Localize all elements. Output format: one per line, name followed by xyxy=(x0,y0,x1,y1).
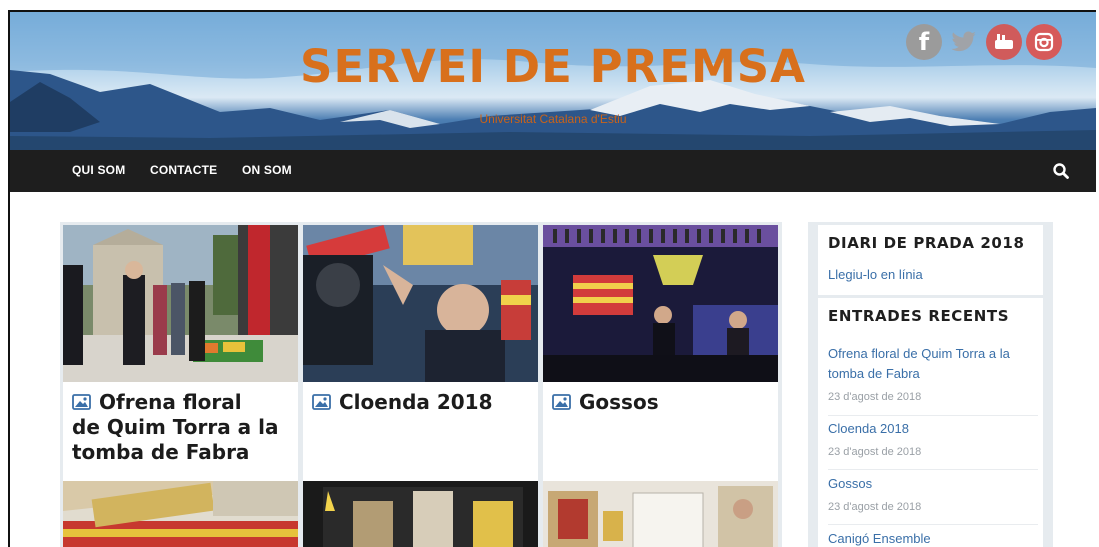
post-title-cloenda[interactable]: Cloenda 2018 xyxy=(312,390,534,415)
nav-item-qui-som[interactable]: QUI SOM xyxy=(72,163,125,177)
divider xyxy=(828,415,1038,416)
widget-diari-de-prada: DIARI DE PRADA 2018 Llegiu-lo en línia xyxy=(818,225,1043,295)
site-tagline: Universitat Catalana d'Estiu xyxy=(479,112,627,126)
post-thumbnail-row2-3[interactable] xyxy=(543,481,778,547)
instagram-icon[interactable] xyxy=(1026,24,1062,60)
browser-viewport: SERVEI DE PREMSA Universitat Catalana d'… xyxy=(8,10,1096,547)
diari-read-online-link[interactable]: Llegiu-lo en línia xyxy=(828,265,1038,285)
recent-post-link[interactable]: Canigó Ensemble xyxy=(828,529,1038,547)
search-icon[interactable] xyxy=(1052,162,1070,180)
divider xyxy=(828,524,1038,525)
post-thumbnail-cloenda[interactable] xyxy=(303,225,538,382)
recent-post-date: 23 d'agost de 2018 xyxy=(828,446,922,458)
facebook-icon[interactable]: f xyxy=(906,24,942,60)
widget-title-entrades: ENTRADES RECENTS xyxy=(828,307,1010,325)
recent-post-link[interactable]: Gossos xyxy=(828,474,1038,494)
recent-post-link[interactable]: Cloenda 2018 xyxy=(828,419,1038,439)
youtube-icon[interactable] xyxy=(986,24,1022,60)
post-thumbnail-gossos[interactable] xyxy=(543,225,778,382)
post-card-cloenda[interactable]: Cloenda 2018 xyxy=(303,382,538,482)
post-thumbnail-row2-1[interactable] xyxy=(63,481,298,547)
nav-item-on-som[interactable]: ON SOM xyxy=(242,163,292,177)
post-title-gossos[interactable]: Gossos xyxy=(552,390,774,415)
post-card-ofrena[interactable]: Ofrena floral de Quim Torra a la tomba d… xyxy=(63,382,298,482)
sidebar: DIARI DE PRADA 2018 Llegiu-lo en línia E… xyxy=(808,222,1053,547)
post-title-ofrena[interactable]: Ofrena floral de Quim Torra a la tomba d… xyxy=(72,390,294,465)
recent-post-link[interactable]: Ofrena floral de Quim Torra a la tomba de… xyxy=(828,344,1038,384)
post-card-gossos[interactable]: Gossos xyxy=(543,382,778,482)
nav-item-contacte[interactable]: CONTACTE xyxy=(150,163,217,177)
widget-entrades-recents: ENTRADES RECENTS Ofrena floral de Quim T… xyxy=(818,298,1043,547)
divider xyxy=(828,469,1038,470)
main-navigation: QUI SOM CONTACTE ON SOM xyxy=(10,150,1096,192)
image-post-icon xyxy=(552,391,571,410)
recent-post-date: 23 d'agost de 2018 xyxy=(828,501,922,513)
twitter-icon[interactable] xyxy=(946,24,982,60)
image-post-icon xyxy=(312,391,331,410)
post-thumbnail-row2-2[interactable] xyxy=(303,481,538,547)
image-post-icon xyxy=(72,391,91,410)
widget-title-diari: DIARI DE PRADA 2018 xyxy=(828,234,1025,252)
site-header: SERVEI DE PREMSA Universitat Catalana d'… xyxy=(10,12,1096,150)
post-thumbnail-ofrena[interactable] xyxy=(63,225,298,382)
recent-post-date: 23 d'agost de 2018 xyxy=(828,391,922,403)
